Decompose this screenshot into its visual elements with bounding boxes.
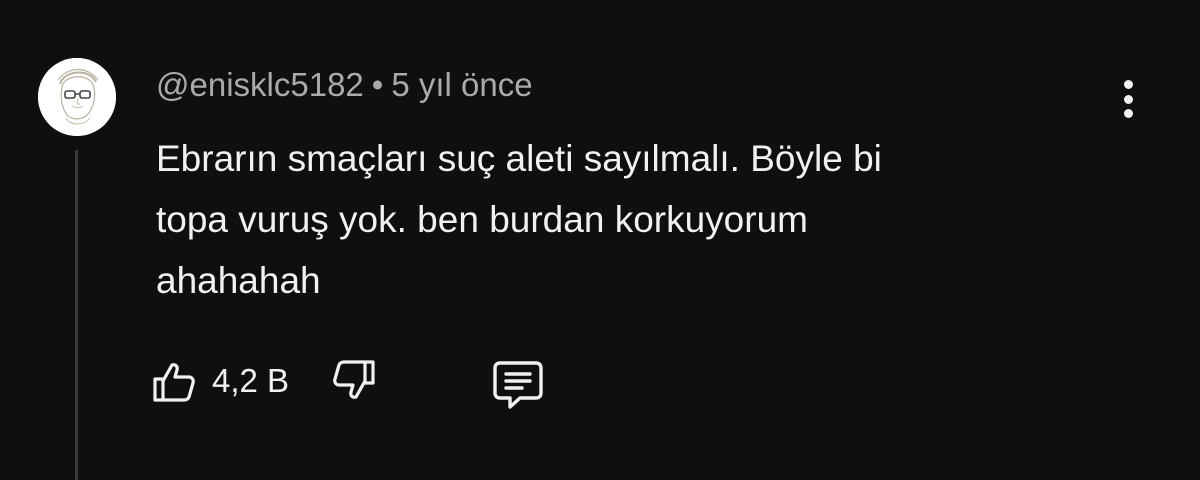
more-vertical-icon xyxy=(1123,80,1133,89)
thumbs-down-icon xyxy=(330,357,378,405)
comment-thread: @enisklc5182 • 5 yıl önce Ebrarın smaçları… xyxy=(0,0,1200,480)
comment-time[interactable]: 5 yıl önce xyxy=(391,66,532,103)
comment-text-line: topa vuruş yok. ben burdan korkuyorum xyxy=(156,199,808,240)
more-vertical-icon-dot xyxy=(1123,94,1133,104)
comment-text-line: ahahahah xyxy=(156,260,321,301)
more-options-button[interactable] xyxy=(1108,74,1148,124)
meta-separator: • xyxy=(371,66,384,103)
comment-text-line: Ebrarın smaçları suç aleti sayılmalı. Bö… xyxy=(156,138,882,179)
comment-icon xyxy=(490,357,546,413)
avatar[interactable] xyxy=(38,58,116,136)
thread-line xyxy=(75,150,78,480)
like-count: 4,2 B xyxy=(212,362,290,399)
author-handle[interactable]: @enisklc5182 xyxy=(156,66,364,103)
like-button[interactable]: 4,2 B xyxy=(150,357,289,405)
thumbs-up-icon xyxy=(150,357,198,405)
dislike-button[interactable] xyxy=(330,357,378,405)
avatar-sketch-icon xyxy=(38,58,116,136)
comment-text: Ebrarın smaçları suç aleti sayılmalı. Bö… xyxy=(156,128,1056,311)
comment-meta: @enisklc5182 • 5 yıl önce xyxy=(156,66,533,104)
more-vertical-icon-dot xyxy=(1123,109,1133,118)
reply-button[interactable] xyxy=(490,357,546,413)
